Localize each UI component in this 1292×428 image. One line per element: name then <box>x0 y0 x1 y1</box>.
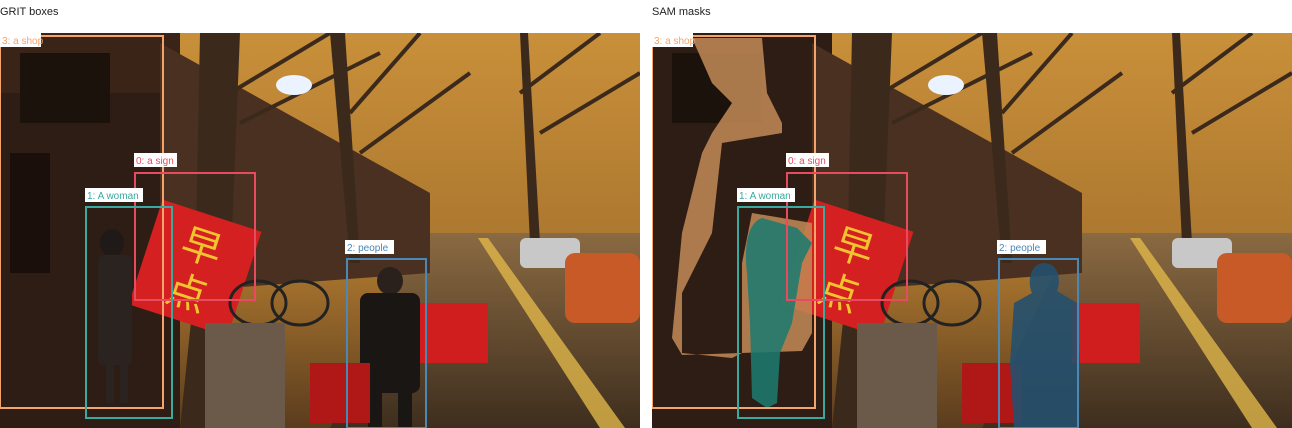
label-sign-masked: 0: a sign <box>786 153 829 167</box>
svg-text:1: A woman: 1: A woman <box>87 191 139 202</box>
svg-text:2: people: 2: people <box>347 243 389 254</box>
label-sign: 0: a sign <box>134 153 177 167</box>
grit-boxes-panel: 早 点 3: a shop 0: a sign 1: A woman 2: pe… <box>0 33 640 428</box>
svg-text:2: people: 2: people <box>999 243 1041 254</box>
svg-text:3: a shop: 3: a shop <box>654 36 696 47</box>
label-shop: 3: a shop <box>0 33 44 47</box>
right-panel-title: SAM masks <box>652 6 711 18</box>
svg-text:1: A woman: 1: A woman <box>739 191 791 202</box>
street-photo-masked: 早 点 3: a shop 0: a sign 1: A woman 2: pe… <box>652 33 1292 428</box>
label-shop-masked: 3: a shop <box>652 33 696 47</box>
label-woman-masked: 1: A woman <box>737 188 795 202</box>
label-woman: 1: A woman <box>85 188 143 202</box>
svg-text:0: a sign: 0: a sign <box>788 156 826 167</box>
svg-text:0: a sign: 0: a sign <box>136 156 174 167</box>
label-people: 2: people <box>345 240 394 254</box>
sam-masks-panel: 早 点 3: a shop 0: a sign 1: A woman 2: pe… <box>652 33 1292 428</box>
left-panel-title: GRIT boxes <box>0 6 59 18</box>
label-people-masked: 2: people <box>997 240 1046 254</box>
svg-text:3: a shop: 3: a shop <box>2 36 44 47</box>
street-photo: 早 点 3: a shop 0: a sign 1: A woman 2: pe… <box>0 33 640 428</box>
